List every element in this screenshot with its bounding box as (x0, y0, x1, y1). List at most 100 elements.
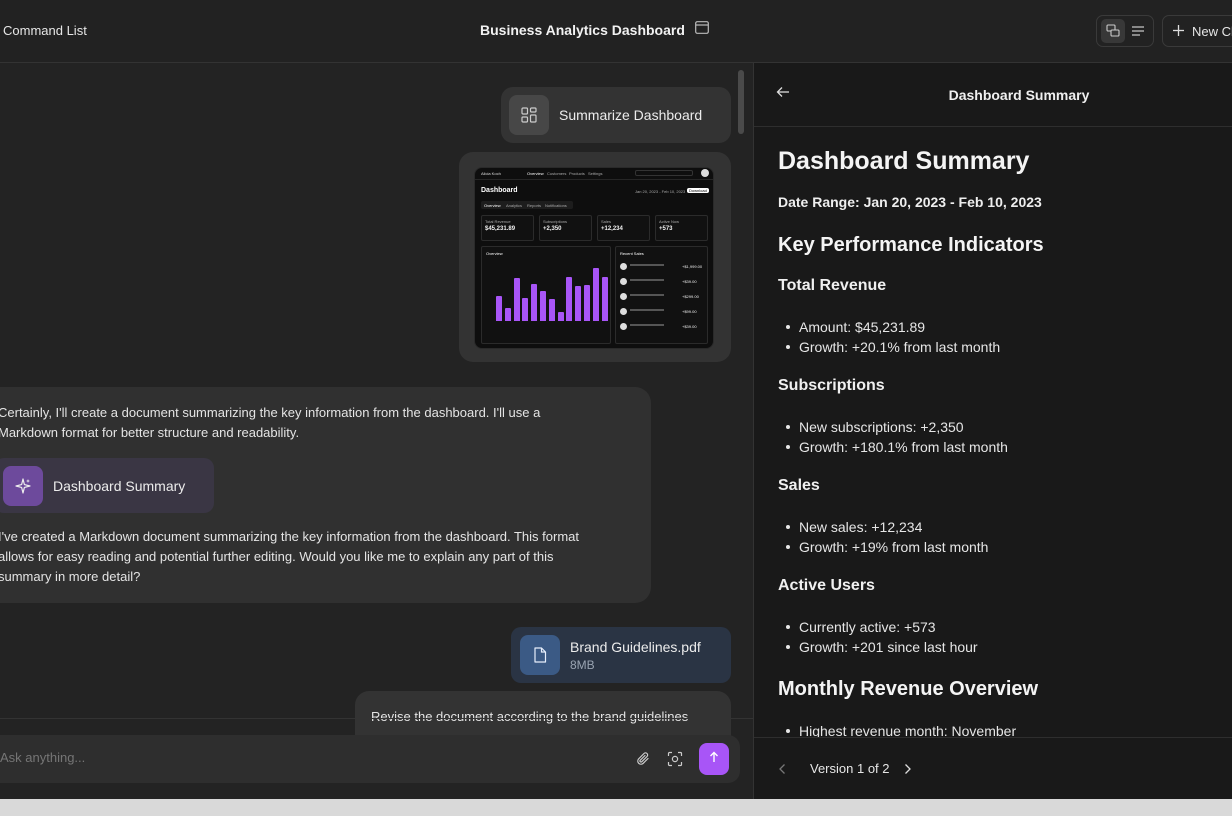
thumb-sale-amount: +$1,999.00 (682, 264, 703, 269)
thumb-overview-chart: Overview (481, 246, 611, 344)
thumb-chart-bar (513, 278, 520, 321)
thumb-avatar (701, 169, 709, 177)
arrow-up-icon (708, 750, 720, 768)
panel-footer: Version 1 of 2 (754, 737, 1232, 799)
doc-section-heading: Total Revenue (778, 277, 887, 294)
assistant-intro-line1: Certainly, I'll create a document summar… (0, 405, 541, 420)
chat-view-icon[interactable] (1100, 19, 1125, 43)
thumb-card: Sales +12,234 (597, 215, 650, 241)
thumb-sale-line (630, 309, 664, 311)
doc-list: Amount: $45,231.89 Growth: +20.1% from l… (786, 317, 1000, 357)
divider (0, 718, 753, 719)
chevron-left-icon[interactable] (778, 762, 786, 780)
thumb-sale-line (630, 279, 664, 281)
command-list-button[interactable]: Command List (3, 23, 87, 38)
thumb-tab-2: Reports (527, 203, 542, 208)
thumb-card: Total Revenue $45,231.89 (481, 215, 534, 241)
thumb-chart-bar (522, 298, 529, 321)
file-size: 8MB (570, 657, 595, 672)
list-item: Growth: +19% from last month (786, 537, 988, 557)
doc-section-heading: Subscriptions (778, 377, 885, 394)
thumb-download: Download (687, 188, 709, 193)
doc-list: New subscriptions: +2,350 Growth: +180.1… (786, 417, 1008, 457)
composer (0, 735, 740, 783)
thumb-chart-bar (531, 284, 538, 321)
artifact-card[interactable]: Dashboard Summary (0, 458, 214, 513)
thumb-chart-bar (566, 277, 573, 321)
view-toggle (1096, 15, 1154, 47)
list-item: Amount: $45,231.89 (786, 317, 1000, 337)
doc-heading: Dashboard Summary (778, 147, 1030, 175)
list-view-icon[interactable] (1126, 19, 1150, 43)
thumb-tab-1: Analytics (506, 203, 523, 208)
document-content: Dashboard Summary Date Range: Jan 20, 20… (778, 127, 1218, 737)
thumb-nav-1: Customers (547, 171, 567, 176)
thumb-brand: Alicia Koch (481, 171, 501, 176)
command-bubble[interactable]: Summarize Dashboard (501, 87, 731, 143)
doc-list: Currently active: +573 Growth: +201 sinc… (786, 617, 978, 657)
thumb-chart-bar (504, 308, 511, 321)
new-chat-button[interactable]: New Chat (1162, 15, 1232, 47)
doc-kpi-heading: Key Performance Indicators (778, 234, 1044, 256)
title-wrap: Business Analytics Dashboard (480, 21, 709, 39)
doc-list: New sales: +12,234 Growth: +19% from las… (786, 517, 988, 557)
file-name: Brand Guidelines.pdf (570, 638, 701, 655)
doc-section-heading: Sales (778, 477, 820, 494)
app-window: Command List Business Analytics Dashboar… (0, 0, 1232, 799)
list-item: New sales: +12,234 (786, 517, 988, 537)
assistant-outro-line3: summary in more detail? (0, 569, 141, 584)
thumb-chart-bar (584, 285, 590, 321)
file-info: Brand Guidelines.pdf 8MB (570, 639, 701, 672)
screenshot-icon[interactable] (663, 747, 687, 771)
thumb-sale-line (630, 294, 664, 296)
file-attachment[interactable]: Brand Guidelines.pdf 8MB (511, 627, 731, 683)
doc-section-heading: Active Users (778, 577, 875, 594)
thumb-date-range: Jan 20, 2023 - Feb 10, 2023 (635, 189, 686, 194)
thumb-chart-bar (540, 291, 546, 321)
thumb-tab-0: Overview (484, 203, 501, 208)
chat-scrollbar[interactable] (738, 70, 744, 134)
image-attachment[interactable]: Alicia Koch Overview Customers Products … (459, 152, 731, 362)
thumb-title: Dashboard (481, 187, 518, 194)
send-button[interactable] (699, 743, 729, 775)
thumb-card: Active Now +573 (655, 215, 708, 241)
thumb-sale-amount: +$299.00 (682, 294, 699, 299)
thumb-sale-avatar (620, 278, 627, 285)
thumb-chart-bar (548, 299, 555, 321)
thumb-sale-avatar (620, 323, 627, 330)
thumb-sale-line (630, 264, 664, 266)
thumb-chart-bar (601, 277, 608, 321)
list-item: Growth: +201 since last hour (786, 637, 978, 657)
document-panel: Dashboard Summary Dashboard Summary Date… (753, 63, 1232, 799)
file-icon (520, 635, 560, 675)
new-chat-label: New Chat (1192, 23, 1232, 39)
thumb-chart-bar (592, 268, 599, 321)
thumb-sale-amount: +$39.00 (682, 324, 697, 329)
grid-icon (509, 95, 549, 135)
chevron-right-icon[interactable] (904, 762, 912, 780)
thumb-sale-avatar (620, 293, 627, 300)
thumb-search (635, 170, 693, 176)
window-icon[interactable] (694, 21, 709, 39)
thumb-nav-0: Overview (527, 171, 544, 176)
thumb-sale-amount: +$99.00 (682, 309, 697, 314)
doc-monthly-heading: Monthly Revenue Overview (778, 678, 1039, 700)
version-label: Version 1 of 2 (810, 761, 890, 776)
panel-title: Dashboard Summary (948, 87, 1090, 103)
artifact-label: Dashboard Summary (53, 477, 186, 494)
message-input[interactable] (0, 750, 560, 765)
assistant-intro-line2: Markdown format for better structure and… (0, 425, 300, 440)
plus-icon (1173, 24, 1184, 39)
thumb-sale-amount: +$39.00 (682, 279, 697, 284)
thumb-sale-avatar (620, 308, 627, 315)
assistant-outro-line2: allows for easy reading and potential fu… (0, 549, 554, 564)
thumb-nav-2: Products (569, 171, 585, 176)
thumb-chart-bar (575, 286, 582, 321)
page-title: Business Analytics Dashboard (480, 22, 685, 38)
thumb-chart-bar (557, 312, 564, 321)
list-item: New subscriptions: +2,350 (786, 417, 1008, 437)
doc-date-range: Date Range: Jan 20, 2023 - Feb 10, 2023 (778, 194, 1042, 210)
panel-header: Dashboard Summary (754, 63, 1232, 127)
paperclip-icon[interactable] (631, 747, 655, 771)
thumb-sale-avatar (620, 263, 627, 270)
